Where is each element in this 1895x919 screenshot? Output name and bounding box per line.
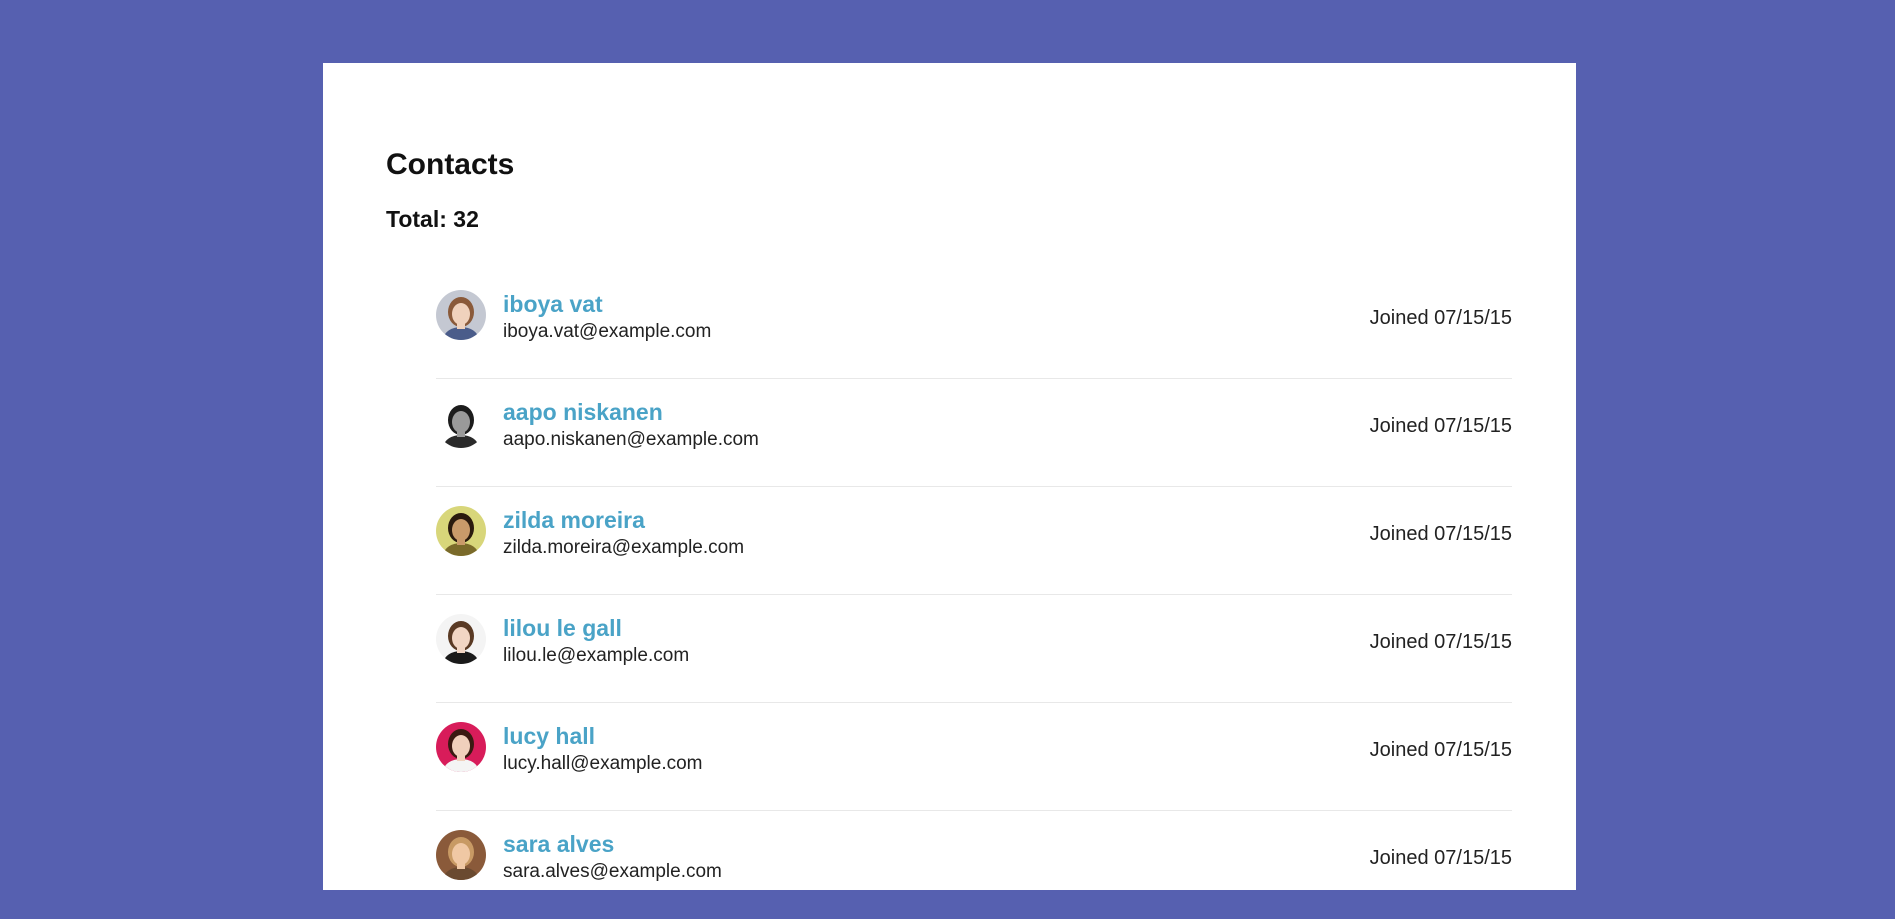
contact-row: zilda moreira zilda.moreira@example.com … bbox=[436, 487, 1512, 595]
joined-date: Joined 07/15/15 bbox=[1369, 739, 1512, 761]
contact-email: zilda.moreira@example.com bbox=[503, 537, 745, 558]
joined-date: Joined 07/15/15 bbox=[1369, 415, 1512, 437]
contact-email: sara.alves@example.com bbox=[503, 861, 722, 882]
contact-email: lilou.le@example.com bbox=[503, 645, 690, 666]
contact-name-link[interactable]: lucy hall bbox=[503, 723, 595, 751]
contact-row: lucy hall lucy.hall@example.com Joined 0… bbox=[436, 703, 1512, 811]
contact-row: aapo niskanen aapo.niskanen@example.com … bbox=[436, 379, 1512, 487]
joined-date: Joined 07/15/15 bbox=[1369, 631, 1512, 653]
contact-row: sara alves sara.alves@example.com Joined… bbox=[436, 811, 1512, 919]
avatar bbox=[436, 722, 486, 772]
contact-email: iboya.vat@example.com bbox=[503, 321, 712, 342]
avatar bbox=[436, 506, 486, 556]
avatar bbox=[436, 290, 486, 340]
contact-name-link[interactable]: lilou le gall bbox=[503, 615, 622, 643]
joined-date: Joined 07/15/15 bbox=[1369, 307, 1512, 329]
avatar bbox=[436, 398, 486, 448]
page-title: Contacts bbox=[386, 148, 515, 181]
avatar bbox=[436, 830, 486, 880]
contact-email: aapo.niskanen@example.com bbox=[503, 429, 759, 450]
contact-list: iboya vat iboya.vat@example.com Joined 0… bbox=[436, 271, 1512, 919]
avatar bbox=[436, 614, 486, 664]
contact-row: lilou le gall lilou.le@example.com Joine… bbox=[436, 595, 1512, 703]
joined-date: Joined 07/15/15 bbox=[1369, 847, 1512, 869]
contact-row: iboya vat iboya.vat@example.com Joined 0… bbox=[436, 271, 1512, 379]
total-count: Total: 32 bbox=[386, 206, 479, 232]
contact-name-link[interactable]: sara alves bbox=[503, 831, 614, 859]
joined-date: Joined 07/15/15 bbox=[1369, 523, 1512, 545]
contact-name-link[interactable]: aapo niskanen bbox=[503, 399, 663, 427]
contact-name-link[interactable]: zilda moreira bbox=[503, 507, 645, 535]
contact-name-link[interactable]: iboya vat bbox=[503, 291, 603, 319]
contact-email: lucy.hall@example.com bbox=[503, 753, 703, 774]
contacts-card: Contacts Total: 32 iboya vat iboya.vat@e… bbox=[323, 63, 1576, 890]
